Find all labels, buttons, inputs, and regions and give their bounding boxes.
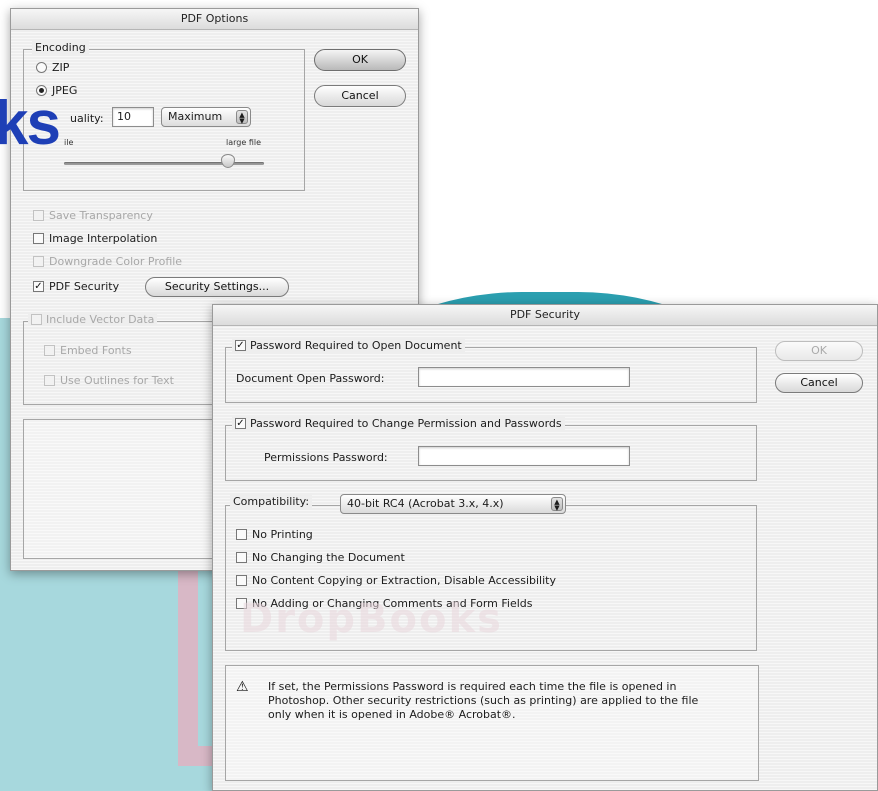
security-ok-button[interactable]: OK [775,341,863,361]
quality-preset-value: Maximum [168,110,223,123]
doc-open-password-label: Document Open Password: [236,372,385,385]
no-printing-row[interactable]: No Printing [236,528,313,541]
include-vector-checkbox[interactable] [31,314,42,325]
pdf-security-title: PDF Security [213,305,877,326]
permissions-password-field[interactable] [418,446,630,466]
zip-radio-row[interactable]: ZIP [36,61,69,74]
zip-label: ZIP [52,61,70,74]
options-ok-button[interactable]: OK [314,49,406,71]
compatibility-popup[interactable]: 40-bit RC4 (Acrobat 3.x, 4.x) ▲ ▼ [340,494,566,514]
vector-data-legend[interactable]: Include Vector Data [28,313,158,326]
quality-label: uality: [70,112,104,125]
use-outlines-checkbox[interactable] [44,375,55,386]
encoding-label: Encoding [35,41,86,54]
pdf-security-dialog: PDF Security ✓ Password Required to Open… [212,304,878,791]
no-printing-label: No Printing [252,528,313,541]
image-interpolation-label: Image Interpolation [49,232,158,245]
permissions-password-group: ✓ Password Required to Change Permission… [225,417,757,481]
password-change-checkbox[interactable]: ✓ [235,418,246,429]
image-interpolation-row[interactable]: Image Interpolation [33,232,157,245]
save-transparency-row[interactable]: Save Transparency [33,209,153,222]
image-interpolation-checkbox[interactable] [33,233,44,244]
watermark-ks: ks [0,89,61,158]
no-copying-label: No Content Copying or Extraction, Disabl… [252,574,556,587]
encoding-group: Encoding ZIP JPEG uality: 10 Maximum ▲ ▼ … [23,41,305,191]
quality-preset-popup[interactable]: Maximum ▲ ▼ [161,107,251,127]
save-transparency-label: Save Transparency [49,209,153,222]
doc-open-password-field[interactable] [418,367,630,387]
no-changing-row[interactable]: No Changing the Document [236,551,405,564]
password-change-label: Password Required to Change Permission a… [250,417,562,430]
permissions-password-label: Permissions Password: [264,451,388,464]
popup-arrows-icon: ▲ ▼ [551,497,563,512]
security-cancel-button[interactable]: Cancel [775,373,863,393]
downgrade-color-row[interactable]: Downgrade Color Profile [33,255,182,268]
no-copying-row[interactable]: No Content Copying or Extraction, Disabl… [236,574,556,587]
quality-input[interactable]: 10 [112,107,154,127]
password-open-checkbox[interactable]: ✓ [235,340,246,351]
compatibility-legend: Compatibility: [230,495,313,508]
encoding-legend: Encoding [32,41,89,54]
no-changing-label: No Changing the Document [252,551,405,564]
quality-slider-thumb[interactable] [221,154,235,168]
pdf-options-title: PDF Options [11,9,418,30]
no-printing-checkbox[interactable] [236,529,247,540]
compatibility-value: 40-bit RC4 (Acrobat 3.x, 4.x) [347,497,504,510]
no-changing-checkbox[interactable] [236,552,247,563]
zip-radio[interactable] [36,62,47,73]
large-file-label: large file [226,138,261,147]
security-info-box: ⚠ If set, the Permissions Password is re… [225,665,759,781]
downgrade-color-checkbox[interactable] [33,256,44,267]
embed-fonts-label: Embed Fonts [60,344,132,357]
permissions-password-legend[interactable]: ✓ Password Required to Change Permission… [232,417,565,430]
compatibility-label: Compatibility: [233,495,310,508]
save-transparency-checkbox[interactable] [33,210,44,221]
warning-icon: ⚠ [236,679,249,695]
small-file-label: ile [64,138,74,147]
open-password-legend[interactable]: ✓ Password Required to Open Document [232,339,465,352]
downgrade-color-label: Downgrade Color Profile [49,255,183,268]
pdf-security-row[interactable]: ✓ PDF Security [33,280,119,293]
open-password-group: ✓ Password Required to Open Document Doc… [225,339,757,403]
pdf-security-label: PDF Security [49,280,120,293]
security-settings-button[interactable]: Security Settings... [145,277,289,297]
use-outlines-label: Use Outlines for Text [60,374,174,387]
embed-fonts-checkbox[interactable] [44,345,55,356]
use-outlines-row[interactable]: Use Outlines for Text [44,374,174,387]
options-cancel-button[interactable]: Cancel [314,85,406,107]
security-info-text: If set, the Permissions Password is requ… [268,680,699,721]
password-open-label: Password Required to Open Document [250,339,462,352]
popup-arrows-icon: ▲ ▼ [236,110,248,125]
no-copying-checkbox[interactable] [236,575,247,586]
pdf-security-checkbox[interactable]: ✓ [33,281,44,292]
include-vector-label: Include Vector Data [46,313,155,326]
watermark-text: DropBooks [240,596,503,642]
embed-fonts-row[interactable]: Embed Fonts [44,344,132,357]
